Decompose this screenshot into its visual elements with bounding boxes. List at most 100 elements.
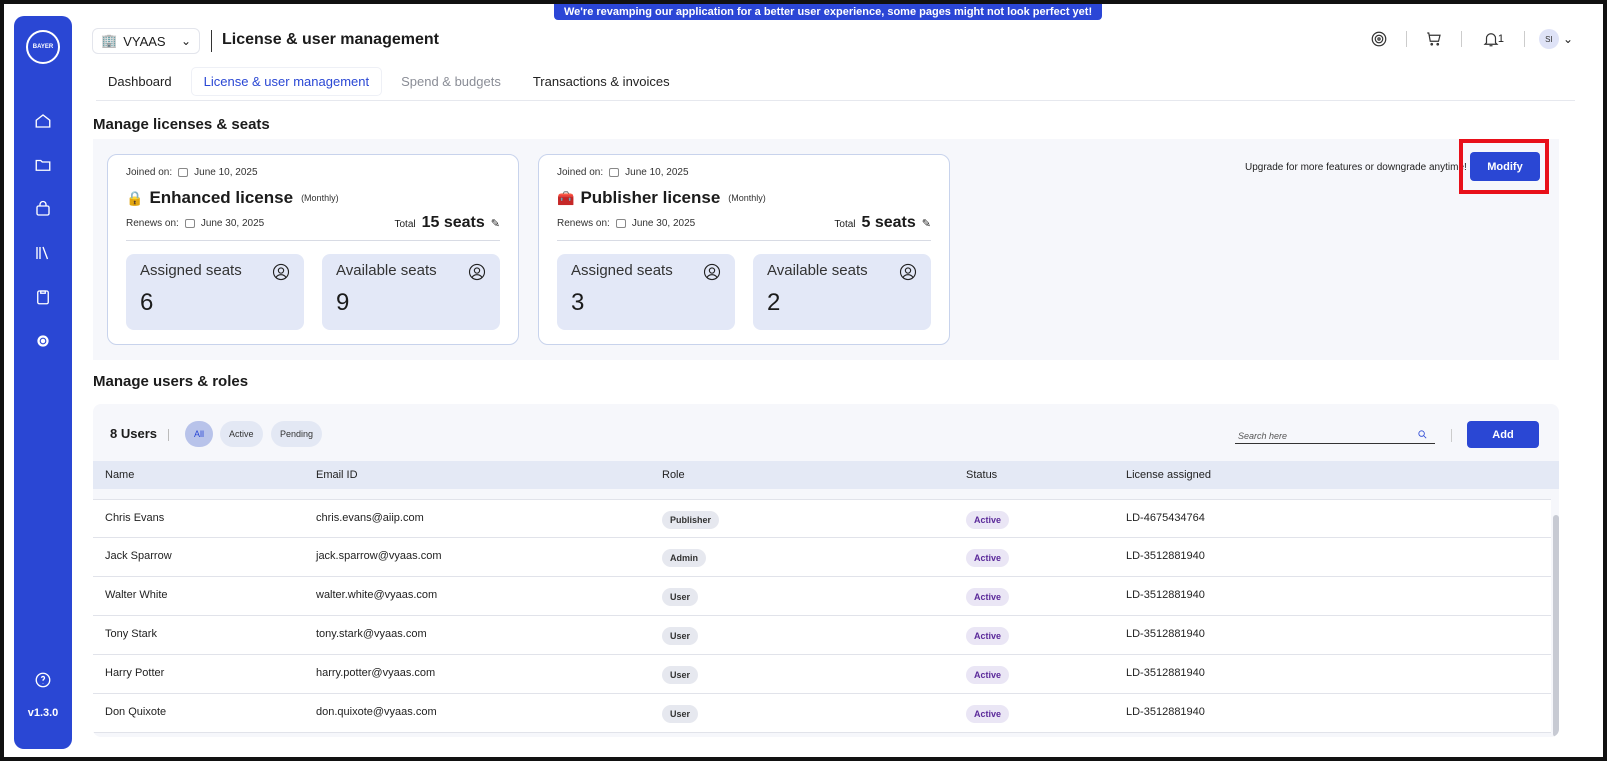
renew-row: Renews on: June 30, 2025 Total 15 seats … (126, 214, 500, 232)
total-label: Total (834, 219, 856, 230)
renew-row: Renews on: June 30, 2025 Total 5 seats ✎ (557, 214, 931, 232)
separator (1405, 31, 1407, 47)
assigned-seats-value: 6 (140, 289, 154, 316)
column-header-license[interactable]: License assigned (1126, 469, 1211, 481)
status-badge: Active (966, 588, 1010, 606)
tab-transactions-invoices[interactable]: Transactions & invoices (521, 68, 682, 95)
search-input[interactable]: Search here (1235, 426, 1435, 444)
sidebar: BAYER v1.3.0 (14, 16, 72, 749)
cart-icon[interactable] (1421, 26, 1447, 52)
renews-date: June 30, 2025 (631, 217, 696, 229)
renews-info: Renews on: June 30, 2025 (557, 218, 695, 229)
users-panel: 8 Users All Active Pending Search here A… (93, 404, 1559, 737)
column-header-name[interactable]: Name (105, 469, 134, 481)
edit-icon[interactable]: ✎ (491, 217, 500, 230)
table-row[interactable]: Harry Potter harry.potter@vyaas.com User… (93, 655, 1551, 694)
ai-assistant-icon[interactable] (1366, 26, 1392, 52)
user-circle-icon (468, 263, 486, 281)
joined-date: June 10, 2025 (625, 167, 689, 178)
status-badge: Active (966, 627, 1010, 645)
search-icon[interactable] (1417, 429, 1429, 441)
user-name: Harry Potter (105, 667, 165, 679)
header-divider (211, 30, 212, 52)
user-menu[interactable]: SI ⌄ (1538, 29, 1573, 49)
license-name: Publisher license (580, 188, 721, 207)
user-email: chris.evans@aiip.com (316, 512, 424, 524)
table-row[interactable]: Jack Sparrow jack.sparrow@vyaas.com Admi… (93, 538, 1551, 577)
settings-icon[interactable] (31, 329, 55, 353)
help-icon[interactable] (31, 668, 55, 692)
renews-label: Renews on: (557, 217, 610, 229)
filter-active[interactable]: Active (220, 421, 263, 447)
joined-label: Joined on: (557, 167, 604, 178)
total-seats: Total 5 seats ✎ (834, 214, 931, 232)
available-seats-box: Available seats 2 (753, 254, 931, 330)
role-badge: Publisher (662, 511, 720, 529)
license-period: (Monthly) (728, 193, 766, 203)
edit-icon[interactable]: ✎ (922, 217, 931, 230)
app-version: v1.3.0 (27, 707, 59, 719)
home-icon[interactable] (31, 109, 55, 133)
users-table-body: Chris Evans chris.evans@aiip.com Publish… (93, 499, 1551, 733)
column-header-role[interactable]: Role (662, 469, 685, 481)
add-user-button[interactable]: Add (1467, 421, 1539, 448)
available-seats-label: Available seats (767, 262, 868, 279)
user-name: Chris Evans (105, 512, 165, 524)
assigned-seats-box: Assigned seats 3 (557, 254, 735, 330)
tabs-divider (96, 100, 1575, 101)
table-row[interactable]: Tony Stark tony.stark@vyaas.com User Act… (93, 616, 1551, 655)
table-row[interactable]: Walter White walter.white@vyaas.com User… (93, 577, 1551, 616)
table-row[interactable]: Don Quixote don.quixote@vyaas.com User A… (93, 694, 1551, 733)
assigned-seats-box: Assigned seats 6 (126, 254, 304, 330)
license-id: LD-3512881940 (1126, 628, 1205, 640)
folder-icon[interactable] (31, 153, 55, 177)
role-badge: User (662, 627, 699, 645)
bell-icon[interactable]: 1 (1476, 26, 1510, 52)
total-seats-value: 15 seats (421, 214, 485, 231)
column-header-status[interactable]: Status (966, 469, 997, 481)
license-id: LD-3512881940 (1126, 706, 1205, 718)
column-header-email[interactable]: Email ID (316, 469, 358, 481)
role-badge: User (662, 588, 699, 606)
user-name: Jack Sparrow (105, 550, 172, 562)
avatar: SI (1538, 29, 1559, 49)
table-row[interactable]: Chris Evans chris.evans@aiip.com Publish… (93, 499, 1551, 538)
license-period: (Monthly) (301, 193, 339, 203)
library-icon[interactable] (31, 241, 55, 265)
tab-dashboard[interactable]: Dashboard (96, 68, 184, 95)
license-id: LD-4675434764 (1126, 512, 1205, 524)
table-scrollbar[interactable] (1553, 515, 1559, 737)
user-email: tony.stark@vyaas.com (316, 628, 427, 640)
filter-all[interactable]: All (185, 421, 214, 447)
page-title: License & user management (222, 31, 439, 48)
chevron-down-icon: ⌄ (180, 34, 191, 48)
clipboard-icon[interactable] (31, 285, 55, 309)
user-circle-icon (899, 263, 917, 281)
available-seats-value: 9 (336, 289, 350, 316)
joined-label: Joined on: (126, 167, 173, 178)
filter-pending[interactable]: Pending (271, 421, 323, 447)
license-title-row: 🧰 Publisher license (Monthly) (557, 188, 931, 208)
bayer-logo[interactable]: BAYER (26, 30, 60, 64)
user-email: jack.sparrow@vyaas.com (316, 550, 442, 562)
role-badge: User (662, 705, 699, 723)
available-seats-value: 2 (767, 289, 781, 316)
table-header: Name Email ID Role Status License assign… (93, 461, 1559, 489)
status-badge: Active (966, 511, 1010, 529)
user-email: don.quixote@vyaas.com (316, 706, 437, 718)
tab-license-user-management[interactable]: License & user management (191, 68, 382, 95)
publisher-icon: 🧰 (557, 189, 575, 206)
renews-info: Renews on: June 30, 2025 (126, 218, 264, 229)
role-badge: User (662, 666, 699, 684)
calendar-icon (609, 168, 620, 177)
bag-icon[interactable] (31, 197, 55, 221)
org-select[interactable]: 🏢 VYAAS ⌄ (92, 28, 200, 54)
modify-button[interactable]: Modify (1470, 152, 1540, 181)
licenses-panel: Joined on: June 10, 2025 🔒 Enhanced lice… (93, 139, 1559, 360)
separator (1523, 31, 1525, 47)
separator (1460, 31, 1462, 47)
role-badge: Admin (662, 549, 706, 567)
license-id: LD-3512881940 (1126, 667, 1205, 679)
renews-date: June 30, 2025 (200, 217, 265, 229)
tab-spend-budgets[interactable]: Spend & budgets (389, 68, 513, 95)
